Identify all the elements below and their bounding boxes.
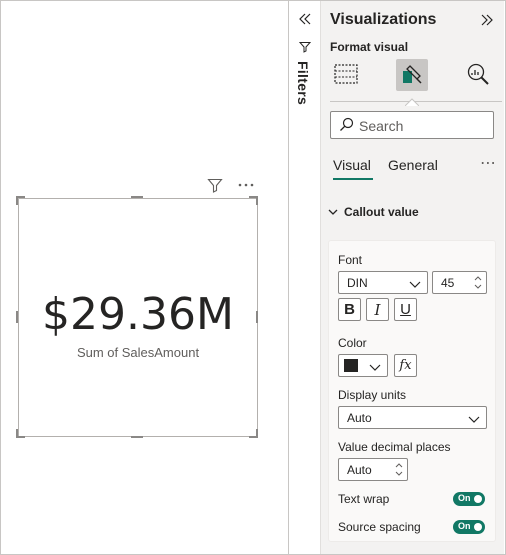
callout-options-card: Font DIN 45 B I U Color fx Display units…: [328, 240, 496, 542]
font-size-value: 45: [441, 276, 455, 290]
filters-pane-collapsed[interactable]: Filters: [289, 1, 321, 554]
font-label: Font: [338, 253, 363, 267]
card-visual[interactable]: $29.36M Sum of SalesAmount: [18, 198, 258, 437]
analytics-button[interactable]: [462, 59, 494, 91]
source-spacing-label: Source spacing: [338, 520, 421, 534]
toggle-state: On: [458, 521, 471, 531]
active-tab-indicator: [333, 178, 373, 180]
tab-general[interactable]: General: [388, 157, 438, 173]
color-label: Color: [338, 336, 367, 350]
color-picker[interactable]: [338, 354, 388, 377]
filters-label[interactable]: Filters: [295, 61, 311, 105]
chevron-down-icon: [328, 205, 338, 219]
section-callout-value[interactable]: Callout value: [328, 205, 419, 219]
color-swatch: [344, 359, 358, 372]
stepper-arrows-icon[interactable]: [473, 274, 483, 294]
search-icon: [339, 117, 354, 135]
pane-title: Visualizations: [330, 11, 437, 28]
chevron-down-icon: [369, 360, 381, 375]
toggle-knob: [474, 523, 482, 531]
selected-pointer-icon: [404, 94, 420, 109]
filter-icon[interactable]: [207, 177, 223, 193]
section-title: Callout value: [344, 205, 419, 219]
report-canvas[interactable]: $29.36M Sum of SalesAmount: [1, 1, 289, 554]
format-visual-button[interactable]: [396, 59, 428, 91]
toggle-state: On: [458, 493, 471, 503]
font-size-stepper[interactable]: 45: [432, 271, 487, 294]
more-options-icon[interactable]: [237, 182, 255, 188]
italic-button[interactable]: I: [366, 298, 389, 321]
display-units-label: Display units: [338, 388, 407, 402]
display-units-value: Auto: [347, 411, 372, 425]
magnifier-chart-icon: [466, 62, 490, 89]
chevron-down-icon: [468, 412, 480, 427]
visualizations-pane: Visualizations Format visual Search Visu…: [321, 1, 504, 554]
card-category-label: Sum of SalesAmount: [76, 345, 200, 360]
pane-icon-row: [330, 59, 502, 107]
tab-visual[interactable]: Visual: [333, 157, 371, 173]
format-visual-label: Format visual: [330, 40, 409, 54]
search-placeholder: Search: [359, 118, 404, 134]
stepper-arrows-icon[interactable]: [394, 461, 404, 481]
table-grid-icon: [334, 63, 358, 88]
paintbrush-icon: [400, 62, 424, 89]
source-spacing-toggle[interactable]: On: [453, 520, 485, 534]
decimal-places-label: Value decimal places: [338, 440, 451, 454]
more-options-icon[interactable]: ⋯: [480, 153, 497, 173]
card-callout-value: $29.36M: [42, 289, 234, 340]
display-units-dropdown[interactable]: Auto: [338, 406, 487, 429]
filter-funnel-icon: [298, 41, 312, 56]
text-wrap-label: Text wrap: [338, 492, 390, 506]
chevron-down-icon: [409, 277, 421, 292]
decimal-places-value: Auto: [347, 463, 372, 477]
search-input[interactable]: Search: [330, 111, 494, 139]
expand-chevrons-icon[interactable]: [298, 13, 312, 28]
visual-header: [207, 177, 255, 193]
font-family-value: DIN: [347, 276, 368, 290]
build-visual-button[interactable]: [330, 59, 362, 91]
collapse-pane-icon[interactable]: [480, 14, 494, 29]
toggle-knob: [474, 495, 482, 503]
underline-button[interactable]: U: [394, 298, 417, 321]
bold-button[interactable]: B: [338, 298, 361, 321]
text-wrap-toggle[interactable]: On: [453, 492, 485, 506]
conditional-format-button[interactable]: fx: [394, 354, 417, 377]
format-tabs: Visual General ⋯: [333, 155, 498, 181]
font-family-dropdown[interactable]: DIN: [338, 271, 428, 294]
decimal-places-stepper[interactable]: Auto: [338, 458, 408, 481]
